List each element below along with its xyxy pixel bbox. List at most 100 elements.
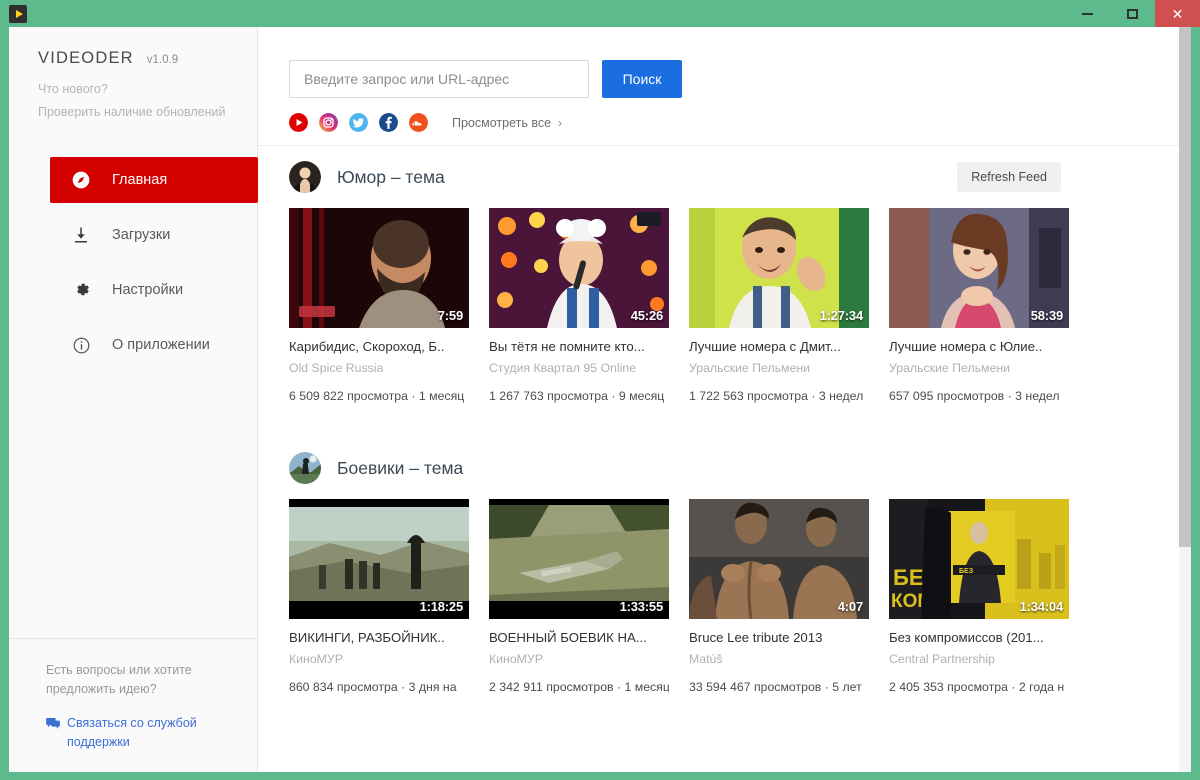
video-channel: Студия Квартал 95 Online (489, 361, 637, 375)
info-icon (70, 334, 92, 356)
video-duration: 58:39 (1030, 308, 1063, 323)
video-card[interactable]: 58:39 Лучшие номера с Юлие.. Уральские П… (889, 208, 1069, 403)
close-button[interactable]: ✕ (1155, 0, 1200, 27)
client-area: VIDEODER v1.0.9 Что нового? Проверить на… (9, 27, 1191, 772)
video-title: Лучшие номера с Юлие.. (889, 339, 1043, 354)
gear-icon (70, 279, 92, 301)
video-channel: Уральские Пельмени (689, 361, 810, 375)
video-card[interactable]: 45:26 Вы тётя не помните кто... Студия К… (489, 208, 669, 403)
video-meta: 6 509 822 просмотра · 1 месяц (289, 389, 465, 403)
video-duration: 1:33:55 (619, 599, 664, 614)
video-channel: Old Spice Russia (289, 361, 384, 375)
main-panel: Поиск (258, 27, 1191, 772)
video-thumbnail[interactable]: 7:59 (289, 208, 469, 328)
video-card[interactable]: 1:18:25 ВИКИНГИ, РАЗБОЙНИК.. КиноМУР 860… (289, 499, 469, 694)
support-question: Есть вопросы или хотите предложить идею? (46, 663, 192, 696)
video-channel: КиноМУР (289, 652, 343, 666)
video-thumbnail[interactable]: 1:18:25 (289, 499, 469, 619)
window-controls: ✕ (1065, 0, 1200, 27)
contact-support-link[interactable]: Связаться со службой поддержки (46, 714, 230, 752)
scrollbar-track[interactable] (1179, 27, 1191, 772)
video-duration: 45:26 (630, 308, 663, 323)
download-icon (70, 224, 92, 246)
video-duration: 1:34:04 (1019, 599, 1064, 614)
facebook-icon[interactable] (379, 113, 398, 132)
sidebar-item-home[interactable]: Главная (50, 157, 258, 203)
video-meta: 860 834 просмотра · 3 дня на (289, 680, 457, 694)
video-title: Вы тётя не помните кто... (489, 339, 645, 354)
sidebar-item-settings[interactable]: Настройки (50, 267, 237, 313)
youtube-icon[interactable] (289, 113, 308, 132)
cards-row-action: 1:18:25 ВИКИНГИ, РАЗБОЙНИК.. КиноМУР 860… (289, 499, 1179, 694)
app-name: VIDEODER (38, 49, 134, 67)
whats-new-link[interactable]: Что нового? (38, 82, 257, 96)
app-window: ✕ VIDEODER v1.0.9 Что нового? Проверить … (0, 0, 1200, 780)
search-input[interactable] (289, 60, 589, 98)
video-duration: 4:07 (837, 599, 863, 614)
sidebar-item-about-label: О приложении (112, 337, 210, 353)
video-card[interactable]: 1:33:55 ВОЕННЫЙ БОЕВИК НА... КиноМУР 2 3… (489, 499, 669, 694)
video-duration: 1:18:25 (419, 599, 464, 614)
video-meta: 1 267 763 просмотра · 9 месяц (489, 389, 665, 403)
video-title: ВОЕННЫЙ БОЕВИК НА... (489, 630, 647, 645)
video-card[interactable]: 1:27:34 Лучшие номера с Дмит... Уральски… (689, 208, 869, 403)
video-meta: 1 722 563 просмотра · 3 недел (689, 389, 864, 403)
search-area: Поиск (258, 27, 1179, 146)
section-header: Юмор – тема Refresh Feed (289, 146, 1179, 208)
video-channel: Matúš (689, 652, 723, 666)
video-card[interactable]: 7:59 Карибидис, Скороход, Б.. Old Spice … (289, 208, 469, 403)
video-duration: 7:59 (437, 308, 463, 323)
sidebar-nav: Главная Загрузки Настройки О приложении (9, 157, 258, 368)
view-all-label: Просмотреть все (452, 115, 552, 130)
action-topic-avatar-icon (289, 452, 321, 484)
videoder-play-logo-icon (9, 4, 27, 23)
maximize-button[interactable] (1110, 0, 1155, 27)
video-meta: 2 405 353 просмотра · 2 года н (889, 680, 1065, 694)
video-thumbnail[interactable]: 58:39 (889, 208, 1069, 328)
scrollbar-thumb[interactable] (1179, 27, 1191, 547)
video-meta: 2 342 911 просмотров · 1 месяц (489, 680, 669, 694)
compass-icon (70, 169, 92, 191)
chevron-right-icon: › (558, 115, 563, 130)
humor-topic-avatar-icon (289, 161, 321, 193)
check-updates-link[interactable]: Проверить наличие обновлений (38, 105, 257, 119)
feed-section-humor: Юмор – тема Refresh Feed 7:59 Карибидис,… (258, 146, 1179, 403)
video-thumbnail[interactable]: 1:33:55 (489, 499, 669, 619)
video-thumbnail[interactable]: БЕЗ КОМПР БЕЗ 1:34:04 (889, 499, 1069, 619)
title-bar[interactable]: ✕ (0, 0, 1200, 27)
twitter-icon[interactable] (349, 113, 368, 132)
minimize-button[interactable] (1065, 0, 1110, 27)
section-title: Юмор – тема (337, 166, 445, 187)
video-title: Bruce Lee tribute 2013 (689, 630, 823, 645)
support-block: Есть вопросы или хотите предложить идею?… (9, 638, 258, 772)
refresh-feed-button[interactable]: Refresh Feed (957, 162, 1061, 192)
video-meta: 33 594 467 просмотров · 5 лет (689, 680, 862, 694)
contact-support-label: Связаться со службой поддержки (67, 716, 197, 749)
soundcloud-icon[interactable] (409, 113, 428, 132)
sidebar-item-downloads[interactable]: Загрузки (50, 212, 237, 258)
brand-block: VIDEODER v1.0.9 Что нового? Проверить на… (9, 27, 257, 119)
video-title: Лучшие номера с Дмит... (689, 339, 841, 354)
video-thumbnail[interactable]: 4:07 (689, 499, 869, 619)
sidebar-item-downloads-label: Загрузки (112, 227, 171, 243)
video-thumbnail[interactable]: 1:27:34 (689, 208, 869, 328)
video-meta: 657 095 просмотров · 3 недел (889, 389, 1060, 403)
video-card[interactable]: БЕЗ КОМПР БЕЗ 1:34:04 (889, 499, 1069, 694)
sidebar-item-home-label: Главная (112, 172, 168, 188)
socials-row: Просмотреть все › (289, 113, 1179, 132)
instagram-icon[interactable] (319, 113, 338, 132)
section-header: Боевики – тема (289, 437, 1179, 499)
video-title: Без компромиссов (201... (889, 630, 1044, 645)
search-button[interactable]: Поиск (602, 60, 682, 98)
view-all-link[interactable]: Просмотреть все › (452, 116, 562, 130)
sidebar-item-about[interactable]: О приложении (50, 322, 237, 368)
video-card[interactable]: 4:07 Bruce Lee tribute 2013 Matúš 33 594… (689, 499, 869, 694)
video-title: ВИКИНГИ, РАЗБОЙНИК.. (289, 630, 445, 645)
chat-icon (46, 717, 60, 735)
app-version: v1.0.9 (146, 54, 179, 66)
section-title: Боевики – тема (337, 457, 464, 478)
main-scroll-region: Поиск (258, 27, 1179, 772)
video-duration: 1:27:34 (819, 308, 864, 323)
video-channel: Уральские Пельмени (889, 361, 1010, 375)
video-thumbnail[interactable]: 45:26 (489, 208, 669, 328)
